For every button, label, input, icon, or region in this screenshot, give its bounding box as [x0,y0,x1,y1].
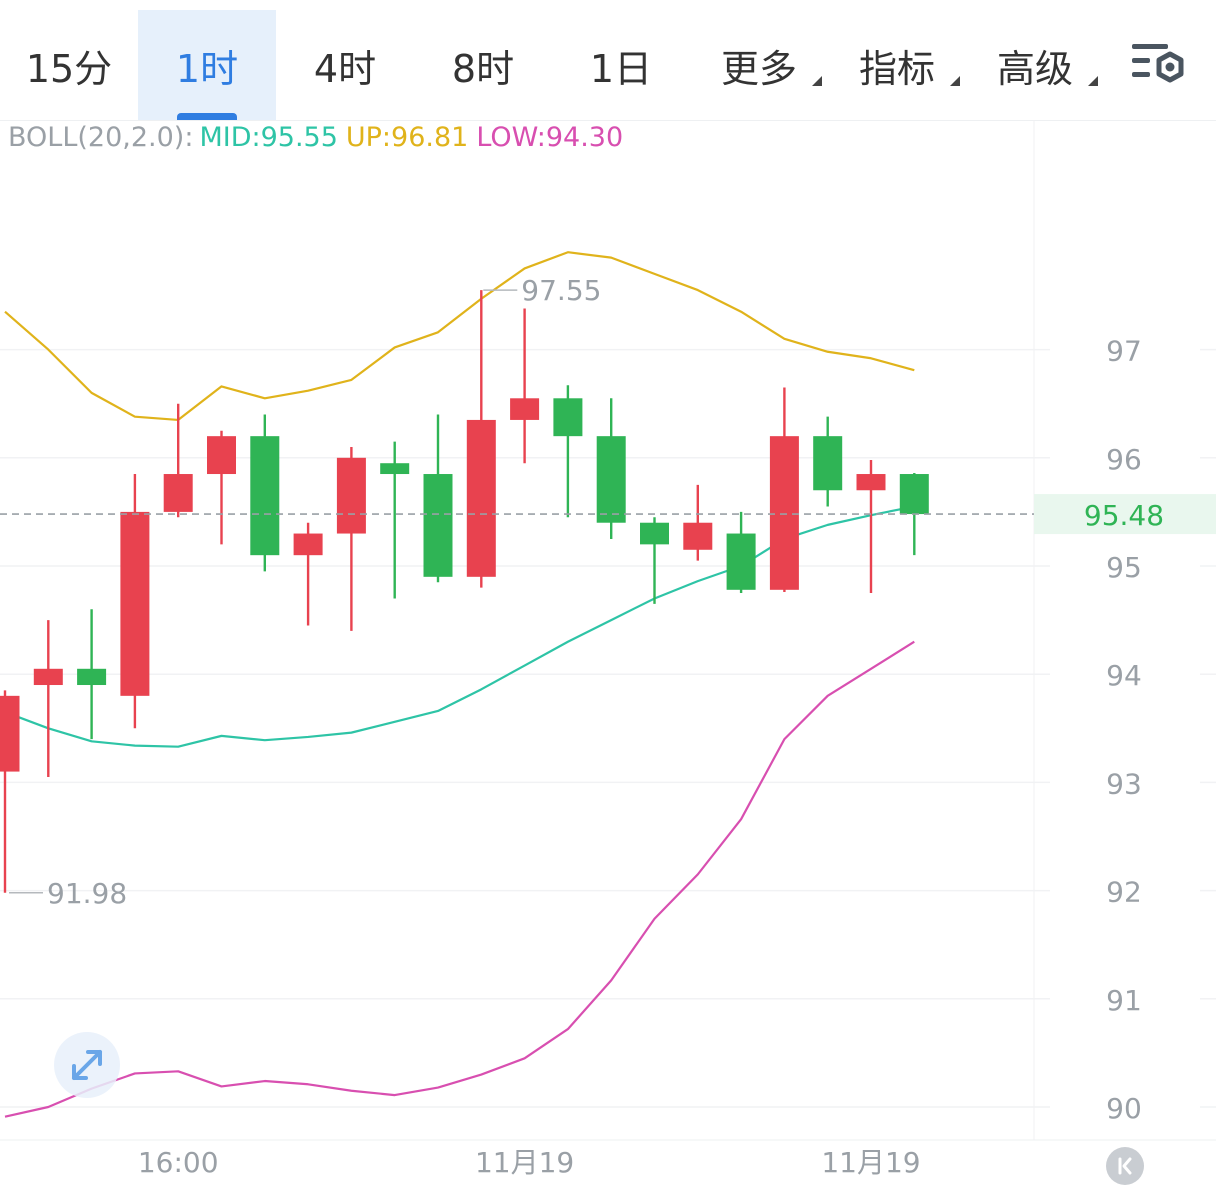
candle-body [510,398,540,420]
skip-to-start-icon [1118,1157,1132,1175]
scroll-to-latest-button[interactable] [1106,1147,1144,1185]
y-tick-label: 96 [1106,443,1142,476]
boll-low-line [4,640,915,1118]
candle-body [33,668,63,686]
y-tick-label: 91 [1106,984,1142,1017]
candle-body [207,436,236,475]
boll-up-line [4,251,915,422]
high-annotation-label: 97.55 [521,274,601,307]
y-tick-label: 92 [1106,876,1142,909]
fullscreen-button[interactable] [54,1032,120,1098]
candle-body [0,695,20,772]
y-tick-label: 95 [1106,551,1142,584]
candle-body [640,522,669,545]
candle-body [683,522,713,550]
current-price-label: 95.48 [1084,499,1164,532]
candle-body [250,436,280,556]
expand-arrows-icon [72,1050,102,1080]
candle-body [769,436,799,590]
candle-body [596,436,626,523]
y-tick-label: 90 [1106,1092,1142,1125]
x-tick-label: 11月19 [475,1146,574,1179]
y-tick-label: 94 [1106,659,1142,692]
candle-body [899,474,929,515]
candle-body [423,474,453,577]
x-tick-label: 11月19 [821,1146,920,1179]
candle-body [293,533,323,556]
candle-body [120,511,150,696]
candle-body [380,463,410,475]
candle-body [726,533,756,590]
x-tick-label: 16:00 [138,1146,219,1179]
candle-body [77,668,107,686]
candle-body [553,398,583,437]
candle-body [466,419,496,577]
y-tick-label: 93 [1106,767,1142,800]
candle-body [163,474,193,512]
candlestick-chart[interactable]: 90 91 92 93 94 95 96 97 95.48 97.55 91.98 16:00 11月1… [0,0,1216,1186]
candle-body [813,436,843,491]
candle-body [336,457,366,534]
candle-body [856,474,886,491]
y-tick-label: 97 [1106,335,1142,368]
low-annotation-label: 91.98 [47,877,127,910]
